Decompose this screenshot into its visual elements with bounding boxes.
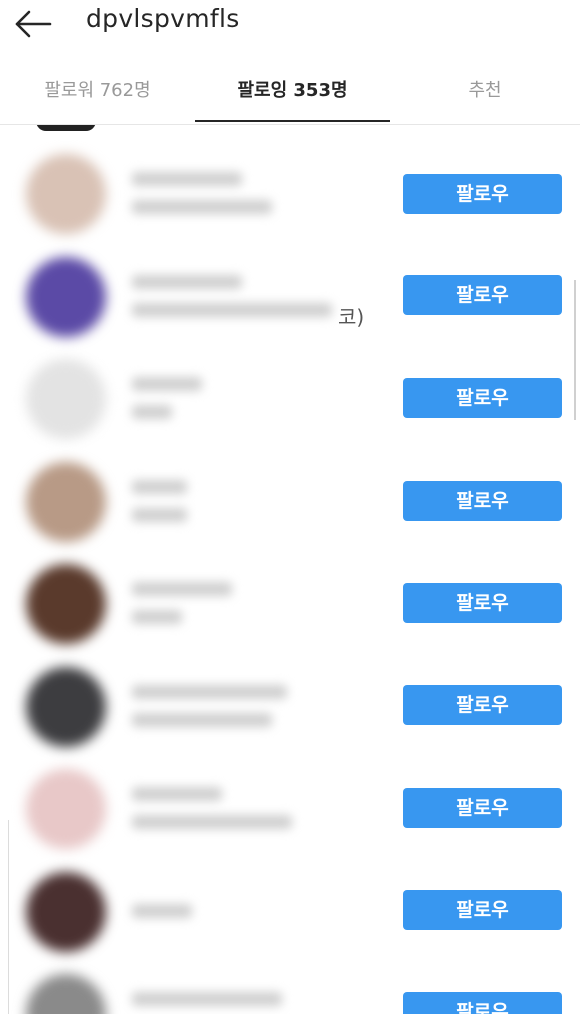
follow-button[interactable]: 팔로우: [403, 583, 562, 623]
follow-button[interactable]: 팔로우: [403, 275, 562, 315]
avatar: [36, 125, 96, 131]
follow-button[interactable]: 팔로우: [403, 992, 562, 1014]
username-text: [132, 172, 242, 186]
tab-following[interactable]: 팔로잉 353명: [195, 76, 390, 102]
username-text: [132, 992, 282, 1006]
fullname-text: [132, 508, 187, 522]
follow-button[interactable]: 팔로우: [403, 685, 562, 725]
username-text: [132, 480, 187, 494]
list-item: 팔로우: [0, 450, 580, 552]
fullname-text: [132, 405, 172, 419]
scrollbar[interactable]: [574, 280, 576, 420]
tab-bar: 팔로워 762명 팔로잉 353명 추천: [0, 58, 580, 124]
avatar[interactable]: [26, 667, 106, 747]
list-item: 팔로우: [0, 245, 580, 347]
list-item: 팔로우: [0, 655, 580, 757]
following-list: 팔로우 팔로우 코) 팔로우 팔로우 팔로우 팔로우 팔로우 팔로우 팔로우: [0, 125, 580, 1014]
divider: [0, 820, 9, 1014]
top-bar: dpvlspvmfls: [0, 0, 580, 50]
username-text: [132, 685, 287, 699]
follow-button[interactable]: 팔로우: [403, 788, 562, 828]
avatar[interactable]: [26, 564, 106, 644]
list-item: 팔로우: [0, 962, 580, 1014]
username-text: [132, 275, 242, 289]
username-text: [132, 377, 202, 391]
list-item: 팔로우: [0, 860, 580, 962]
username-text: [132, 787, 222, 801]
tab-followers[interactable]: 팔로워 762명: [0, 76, 195, 102]
follow-button[interactable]: 팔로우: [403, 174, 562, 214]
avatar[interactable]: [26, 154, 106, 234]
list-item: 팔로우: [0, 757, 580, 859]
username-text: [132, 582, 232, 596]
fullname-text: [132, 713, 272, 727]
list-item: 팔로우: [0, 552, 580, 654]
avatar[interactable]: [26, 769, 106, 849]
follow-button[interactable]: 팔로우: [403, 378, 562, 418]
avatar[interactable]: [26, 872, 106, 952]
back-arrow-icon[interactable]: [12, 4, 52, 40]
follow-button[interactable]: 팔로우: [403, 890, 562, 930]
list-item: 팔로우: [0, 142, 580, 244]
active-tab-indicator: [195, 120, 390, 122]
fullname-text: [132, 200, 272, 214]
username-title: dpvlspvmfls: [86, 4, 240, 33]
fullname-text: [132, 815, 292, 829]
fullname-text: [132, 610, 182, 624]
tab-suggested[interactable]: 추천: [390, 76, 580, 102]
follow-button[interactable]: 팔로우: [403, 481, 562, 521]
avatar[interactable]: [26, 974, 106, 1014]
fullname-text: [132, 303, 332, 317]
username-text: [132, 904, 192, 918]
avatar[interactable]: [26, 462, 106, 542]
avatar[interactable]: [26, 359, 106, 439]
avatar[interactable]: [26, 257, 106, 337]
truncated-name-text: 코): [338, 305, 365, 329]
list-item: 팔로우: [0, 347, 580, 449]
